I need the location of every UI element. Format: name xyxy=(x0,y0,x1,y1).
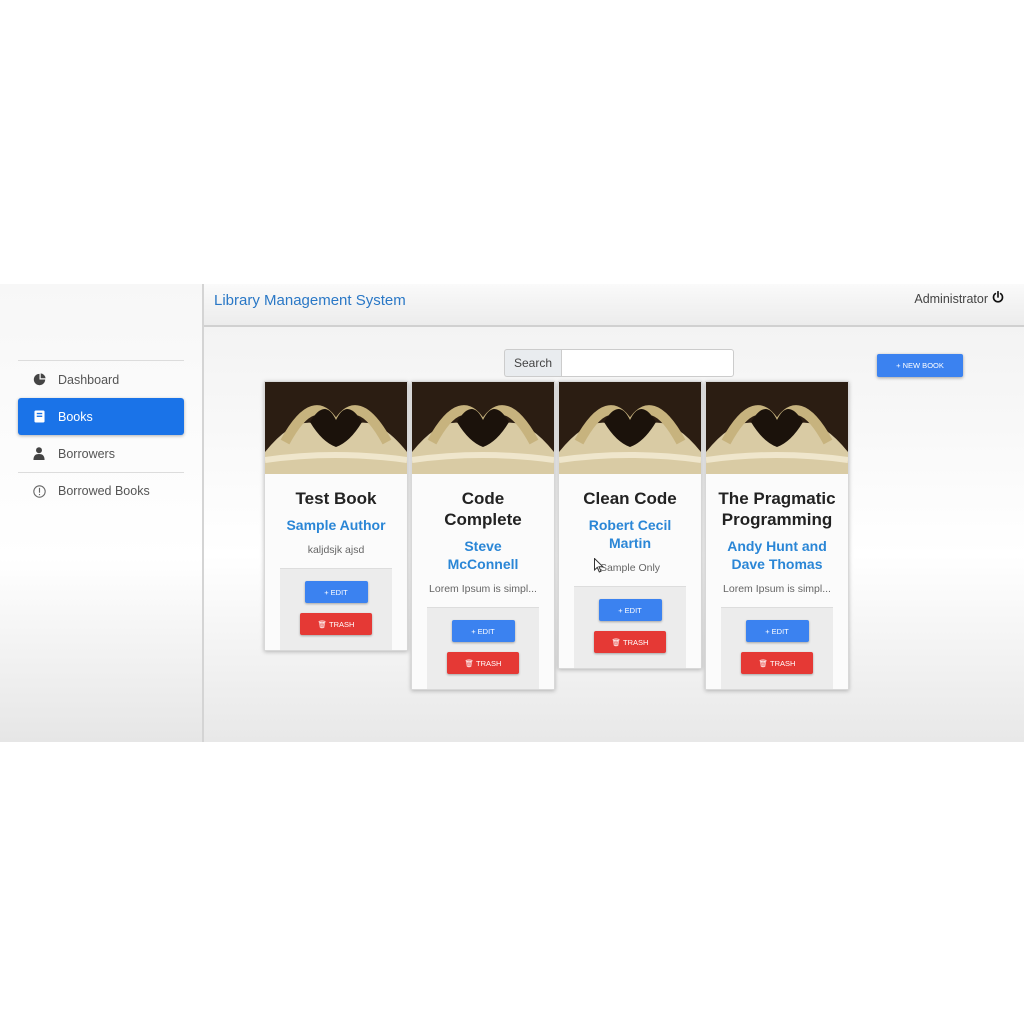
card-actions: + EDIT 🗑 TRASH xyxy=(574,586,686,668)
search-group: Search xyxy=(504,349,735,377)
user-menu[interactable]: Administrator xyxy=(914,290,1004,306)
book-author: Steve McConnell xyxy=(447,538,519,572)
sidebar-item-label: Borrowers xyxy=(58,446,115,461)
sidebar-item-label: Books xyxy=(58,409,93,424)
sidebar-item-label: Dashboard xyxy=(58,372,120,387)
sidebar-item-books[interactable]: Books xyxy=(18,398,184,435)
info-circle-icon xyxy=(32,484,46,498)
book-title: Test Book xyxy=(295,489,377,508)
card-actions: + EDIT 🗑 TRASH xyxy=(280,568,392,650)
book-author: Robert Cecil Martin xyxy=(588,517,672,551)
book-title: Code Complete xyxy=(444,489,522,529)
user-name: Administrator xyxy=(914,291,988,306)
app-title[interactable]: Library Management System xyxy=(214,292,406,309)
main-content: Search + NEW BOOK Test Book Sample Autho… xyxy=(204,327,1024,742)
sidebar: Dashboard Books Borrowers Borrowed Books xyxy=(0,284,204,742)
book-cover-image xyxy=(265,382,407,474)
sidebar-nav: Dashboard Books Borrowers Borrowed Books xyxy=(18,360,184,509)
edit-button[interactable]: + EDIT xyxy=(304,581,368,603)
pie-chart-icon xyxy=(32,373,46,387)
book-card: The Pragmatic Programming Andy Hunt and … xyxy=(705,381,849,690)
book-title: Clean Code xyxy=(583,489,677,508)
book-card: Code Complete Steve McConnell Lorem Ipsu… xyxy=(411,381,555,690)
top-header: Library Management System Administrator xyxy=(204,284,1024,327)
book-author: Andy Hunt and Dave Thomas xyxy=(727,538,827,572)
user-icon xyxy=(32,447,46,461)
book-title: The Pragmatic Programming xyxy=(718,489,836,529)
book-description: Lorem Ipsum is simpl... xyxy=(723,583,831,595)
sidebar-item-dashboard[interactable]: Dashboard xyxy=(18,361,184,398)
book-author: Sample Author xyxy=(286,517,386,533)
trash-button[interactable]: 🗑 TRASH xyxy=(300,613,372,635)
edit-button[interactable]: + EDIT xyxy=(745,620,809,642)
search-input[interactable] xyxy=(561,349,735,377)
power-icon[interactable] xyxy=(992,290,1004,306)
trash-button[interactable]: 🗑 TRASH xyxy=(594,631,666,653)
card-actions: + EDIT 🗑 TRASH xyxy=(427,607,539,689)
book-description: kaljdsjk ajsd xyxy=(307,544,365,556)
book-cover-image xyxy=(706,382,848,474)
book-description: Sample Only xyxy=(599,562,661,574)
new-book-button[interactable]: + NEW BOOK xyxy=(877,354,963,377)
sidebar-item-label: Borrowed Books xyxy=(58,484,150,498)
trash-button[interactable]: 🗑 TRASH xyxy=(447,652,519,674)
edit-button[interactable]: + EDIT xyxy=(598,599,662,621)
book-card: Test Book Sample Author kaljdsjk ajsd + … xyxy=(264,381,408,651)
mouse-cursor-icon xyxy=(594,557,605,578)
trash-button[interactable]: 🗑 TRASH xyxy=(741,652,813,674)
sidebar-item-borrowed-books[interactable]: Borrowed Books xyxy=(18,472,184,509)
app-window: Dashboard Books Borrowers Borrowed Books xyxy=(0,284,1024,742)
book-cover-image xyxy=(412,382,554,474)
sidebar-item-borrowers[interactable]: Borrowers xyxy=(18,435,184,472)
book-cover-image xyxy=(559,382,701,474)
edit-button[interactable]: + EDIT xyxy=(451,620,515,642)
search-label: Search xyxy=(504,349,562,377)
book-description: Lorem Ipsum is simpl... xyxy=(429,583,537,595)
card-actions: + EDIT 🗑 TRASH xyxy=(721,607,833,689)
book-card: Clean Code Robert Cecil Martin Sample On… xyxy=(558,381,702,669)
book-icon xyxy=(32,410,46,424)
